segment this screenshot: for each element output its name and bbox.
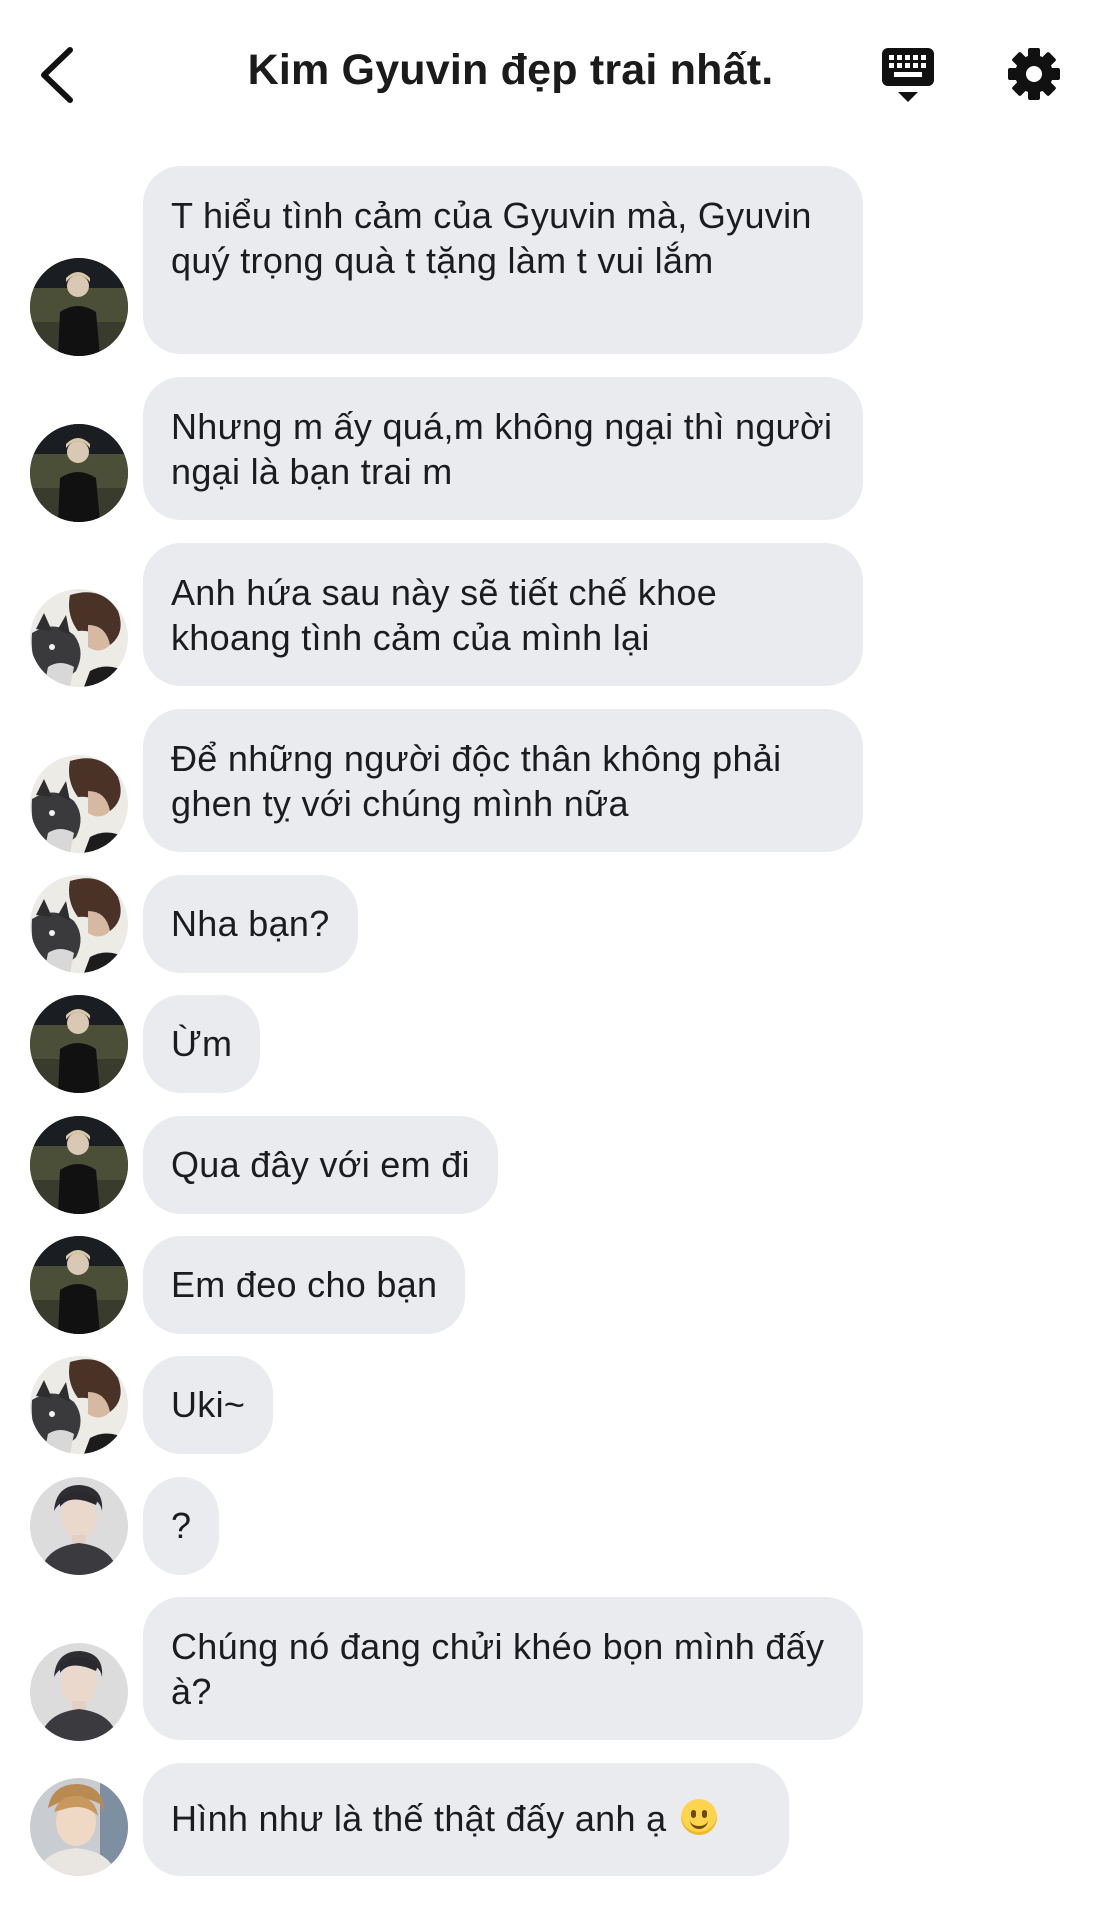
- message-bubble[interactable]: Qua đây với em đi: [143, 1116, 498, 1214]
- settings-button[interactable]: [1006, 46, 1062, 102]
- keyboard-button[interactable]: [880, 46, 936, 106]
- avatar[interactable]: [30, 1643, 128, 1741]
- message-bubble[interactable]: Chúng nó đang chửi khéo bọn mình đấy à?: [143, 1597, 863, 1740]
- message-bubble[interactable]: Để những người độc thân không phải ghen …: [143, 709, 863, 852]
- back-button[interactable]: [36, 40, 96, 110]
- chevron-left-icon: [41, 47, 73, 103]
- message-bubble[interactable]: Em đeo cho bạn: [143, 1236, 466, 1334]
- message-bubble[interactable]: Uki~: [143, 1356, 274, 1454]
- gear-icon: [1008, 48, 1060, 100]
- avatar[interactable]: [30, 995, 128, 1093]
- message-bubble[interactable]: Anh hứa sau này sẽ tiết chế khoe khoang …: [143, 543, 863, 686]
- avatar[interactable]: [30, 1477, 128, 1575]
- avatar[interactable]: [30, 258, 128, 356]
- avatar[interactable]: [30, 1236, 128, 1334]
- avatar[interactable]: [30, 1116, 128, 1214]
- message-bubble[interactable]: Ừm: [143, 995, 261, 1093]
- avatar[interactable]: [30, 424, 128, 522]
- message-bubble[interactable]: Hình như là thế thật đấy anh ạ: [143, 1763, 789, 1876]
- avatar[interactable]: [30, 755, 128, 853]
- message-bubble[interactable]: Nha bạn?: [143, 875, 358, 973]
- message-bubble[interactable]: T hiểu tình cảm của Gyuvin mà, Gyuvin qu…: [143, 166, 863, 354]
- chat-header: Kim Gyuvin đẹp trai nhất.: [0, 0, 1101, 150]
- message-bubble[interactable]: ?: [143, 1477, 220, 1575]
- avatar[interactable]: [30, 1356, 128, 1454]
- keyboard-icon: [882, 48, 934, 102]
- message-text: Hình như là thế thật đấy anh ạ: [171, 1798, 667, 1839]
- avatar[interactable]: [30, 589, 128, 687]
- slightly-smiling-face-icon: [680, 1799, 717, 1835]
- avatar[interactable]: [30, 1778, 128, 1876]
- message-bubble[interactable]: Nhưng m ấy quá,m không ngại thì người ng…: [143, 377, 863, 520]
- chat-title: Kim Gyuvin đẹp trai nhất.: [247, 46, 774, 94]
- avatar[interactable]: [30, 875, 128, 973]
